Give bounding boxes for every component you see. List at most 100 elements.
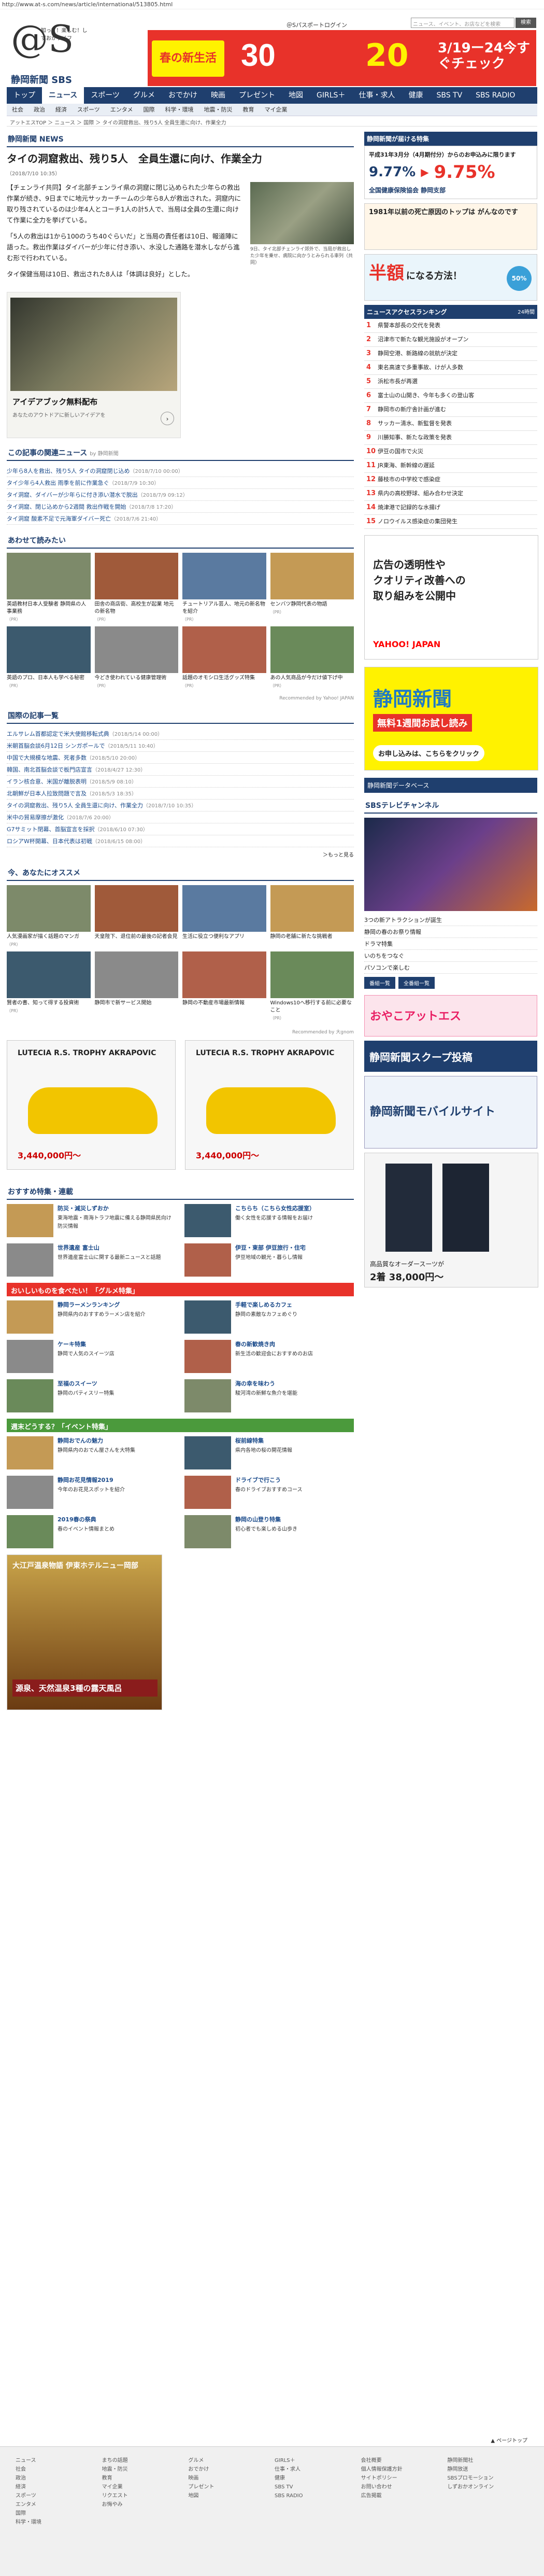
- ranking-link[interactable]: 富士山の山開き、今年も多くの登山客: [378, 392, 474, 399]
- related-link[interactable]: タイ少年ら4人救出 雨季を前に作業急ぐ: [7, 480, 109, 486]
- mobile-banner[interactable]: 静岡新聞モバイルサイト: [364, 1076, 537, 1149]
- ranking-item[interactable]: 12 藤枝市の中学校で感染症: [364, 473, 537, 487]
- feature-title[interactable]: 静岡の山登り特集: [235, 1515, 297, 1523]
- feature-title[interactable]: ドライブで行こう: [235, 1476, 303, 1484]
- ranking-item[interactable]: 7 静岡市の新庁舎計画が進む: [364, 403, 537, 417]
- scoop-banner[interactable]: 静岡新聞スクープ投稿: [364, 1041, 537, 1072]
- ranking-item[interactable]: 14 焼津港で記録的な水揚げ: [364, 501, 537, 515]
- intl-link[interactable]: 韓国、南北首脳会談で板門店宣言: [7, 766, 92, 773]
- top-banner-ad[interactable]: 春の新生活 30 20 3/19ー24今すぐチェック: [148, 30, 536, 86]
- gourmet-item[interactable]: 静岡ラーメンランキング 静岡県内のおすすめラーメン店を紹介: [7, 1300, 176, 1334]
- feature-title[interactable]: 静岡お花見情報2019: [58, 1476, 125, 1484]
- intl-link[interactable]: ロシアW杯開幕、日本代表は初戦: [7, 838, 92, 845]
- subnav-item[interactable]: スポーツ: [72, 104, 105, 116]
- ranking-link[interactable]: 県警本部長の交代を発表: [378, 322, 440, 329]
- footer-link[interactable]: お悔やみ: [102, 2500, 183, 2509]
- subnav-item[interactable]: 社会: [7, 104, 28, 116]
- recommend-card[interactable]: 田舎の商店街、高校生が起業 地元の新名物 （PR）: [94, 553, 178, 622]
- ranking-link[interactable]: 焼津港で記録的な水揚げ: [378, 504, 440, 511]
- osusume-card[interactable]: Windows10へ移行する前に必要なこと （PR）: [270, 951, 354, 1021]
- feature-title[interactable]: 伊豆・東部 伊豆旅行・住宅: [235, 1243, 306, 1252]
- footer-link[interactable]: おでかけ: [188, 2465, 269, 2474]
- related-link[interactable]: タイ洞窟、閉じ込めから2週間 救出作戦を開始: [7, 503, 126, 510]
- related-item[interactable]: タイ洞窟、ダイバーが少年らに付き添い潜水で脱出（2018/7/9 09:12）: [7, 489, 354, 501]
- osusume-card[interactable]: 静岡の老舗に新たな挑戦者: [270, 885, 354, 947]
- paper-btn[interactable]: お申し込みは、こちらをクリック: [373, 745, 485, 761]
- shizuoka-paper-ad[interactable]: 静岡新聞 無料1週間お試し読み お申し込みは、こちらをクリック: [364, 667, 538, 771]
- subnav-item[interactable]: マイ企業: [259, 104, 292, 116]
- footer-link[interactable]: 科学・環境: [16, 2518, 97, 2527]
- intl-link[interactable]: タイの洞窟救出、残り5人 全員生還に向け、作業全力: [7, 802, 143, 809]
- footer-link[interactable]: 国際: [16, 2509, 97, 2518]
- osusume-card[interactable]: 天皇陛下、退位前の最後の記者会見: [94, 885, 178, 947]
- feature-title[interactable]: 手軽で楽しめるカフェ: [235, 1300, 297, 1309]
- footer-link[interactable]: グルメ: [188, 2456, 269, 2465]
- gourmet-item[interactable]: 至福のスイーツ 静岡のパティスリー特集: [7, 1379, 176, 1412]
- gourmet-item[interactable]: 春の新歓焼き肉 新生活の歓迎会におすすめのお店: [184, 1340, 354, 1373]
- footer-link[interactable]: SBSプロモーション: [447, 2474, 528, 2483]
- tv-item[interactable]: 3つの新アトラクションが誕生: [364, 914, 537, 926]
- ranking-link[interactable]: サッカー清水、新監督を発表: [378, 420, 452, 427]
- footer-link[interactable]: お問い合わせ: [361, 2483, 442, 2491]
- subnav-item[interactable]: 科学・環境: [160, 104, 198, 116]
- related-link[interactable]: タイ洞窟 酸素不足で元海軍ダイバー死亡: [7, 515, 111, 522]
- recommend-card[interactable]: 今どき使われている健康管理術 （PR）: [94, 626, 178, 689]
- ranking-link[interactable]: 県内の高校野球、組み合わせ決定: [378, 490, 463, 497]
- footer-link[interactable]: 仕事・求人: [275, 2465, 356, 2474]
- intl-item[interactable]: イラン核合意、米国が離脱表明（2018/5/9 08:10）: [7, 776, 354, 788]
- footer-link[interactable]: 個人情報保護方針: [361, 2465, 442, 2474]
- feature-title[interactable]: 桜前線特集: [235, 1436, 292, 1445]
- ranking-link[interactable]: 東名高速で多重事故、けが人多数: [378, 364, 463, 371]
- footer-link[interactable]: プレゼント: [188, 2483, 269, 2491]
- footer-link[interactable]: リクエスト: [102, 2491, 183, 2500]
- ranking-item[interactable]: 8 サッカー清水、新監督を発表: [364, 417, 537, 431]
- nav-item[interactable]: トップ: [7, 87, 42, 104]
- feature-title[interactable]: 海の幸を味わう: [235, 1379, 297, 1388]
- feature-title[interactable]: こちらち（こちら女性応援室）: [235, 1204, 315, 1212]
- subnav-item[interactable]: 教育: [237, 104, 259, 116]
- search-button[interactable]: 検索: [516, 18, 536, 28]
- ranking-link[interactable]: JR東海、新幹線の遅延: [378, 462, 435, 469]
- intl-item[interactable]: 中国で大規模な地震、死者多数（2018/5/10 20:00）: [7, 752, 354, 764]
- footer-link[interactable]: 静岡新聞社: [447, 2456, 528, 2465]
- ranking-item[interactable]: 4 東名高速で多重事故、けが人多数: [364, 361, 537, 375]
- footer-link[interactable]: しずおかオンライン: [447, 2483, 528, 2491]
- ranking-item[interactable]: 13 県内の高校野球、組み合わせ決定: [364, 487, 537, 501]
- car-ad[interactable]: LUTECIA R.S. TROPHY AKRAPOVIC 3,440,000円…: [185, 1040, 354, 1170]
- nav-item[interactable]: GIRLS＋: [310, 87, 352, 104]
- passport-login-link[interactable]: ＠Sパスポートログイン: [287, 21, 347, 29]
- tokushu-item[interactable]: 世界遺産 富士山 世界遺産富士山に関する最新ニュースと話題: [7, 1243, 176, 1277]
- subnav-item[interactable]: エンタメ: [105, 104, 138, 116]
- intl-link[interactable]: 北朝鮮が日本人拉致問題で言及: [7, 790, 87, 797]
- feature-title[interactable]: ケーキ特集: [58, 1340, 114, 1348]
- ranking-item[interactable]: 11 JR東海、新幹線の遅延: [364, 459, 537, 473]
- footer-link[interactable]: サイトポリシー: [361, 2474, 442, 2483]
- footer-link[interactable]: 会社概要: [361, 2456, 442, 2465]
- ranking-link[interactable]: 藤枝市の中学校で感染症: [378, 476, 440, 483]
- intl-item[interactable]: エルサレム首都認定で米大使館移転式典（2018/5/14 00:00）: [7, 728, 354, 740]
- footer-link[interactable]: 社会: [16, 2465, 97, 2474]
- feature-title[interactable]: 2019春の祭典: [58, 1515, 114, 1523]
- footer-link[interactable]: スポーツ: [16, 2491, 97, 2500]
- yahoo-ad[interactable]: 広告の透明性や クオリティ改善への 取り組みを公開中 YAHOO! JAPAN: [364, 535, 538, 660]
- footer-link[interactable]: 映画: [188, 2474, 269, 2483]
- footer-link[interactable]: 静岡放送: [447, 2465, 528, 2474]
- footer-link[interactable]: 健康: [275, 2474, 356, 2483]
- tv-item[interactable]: 静岡の春のお祭り情報: [364, 926, 537, 938]
- nav-item[interactable]: 仕事・求人: [352, 87, 402, 104]
- intl-item[interactable]: 米朝首脳会談6月12日 シンガポールで（2018/5/11 10:40）: [7, 740, 354, 752]
- tv-image[interactable]: [364, 818, 537, 911]
- nav-item[interactable]: SBS TV: [430, 87, 469, 104]
- feature-title[interactable]: 至福のスイーツ: [58, 1379, 114, 1388]
- feature-title[interactable]: 静岡おでんの魅力: [58, 1436, 135, 1445]
- event-item[interactable]: 2019春の祭典 春のイベント情報まとめ: [7, 1515, 176, 1548]
- feature-title[interactable]: 世界遺産 富士山: [58, 1243, 161, 1252]
- feature-title[interactable]: 防災・減災しずおか: [58, 1204, 176, 1212]
- gourmet-item[interactable]: 手軽で楽しめるカフェ 静岡の素敵なカフェめぐり: [184, 1300, 354, 1334]
- suit-ad[interactable]: 高品質なオーダースーツが 2着 38,000円〜: [364, 1153, 538, 1287]
- footer-link[interactable]: 経済: [16, 2483, 97, 2491]
- book-ad[interactable]: 1981年以前の死亡原因のトップは がんなのです: [364, 203, 537, 250]
- nav-item[interactable]: グルメ: [126, 87, 162, 104]
- event-item[interactable]: 桜前線特集 県内各地の桜の開花情報: [184, 1436, 354, 1469]
- nav-item[interactable]: スポーツ: [84, 87, 126, 104]
